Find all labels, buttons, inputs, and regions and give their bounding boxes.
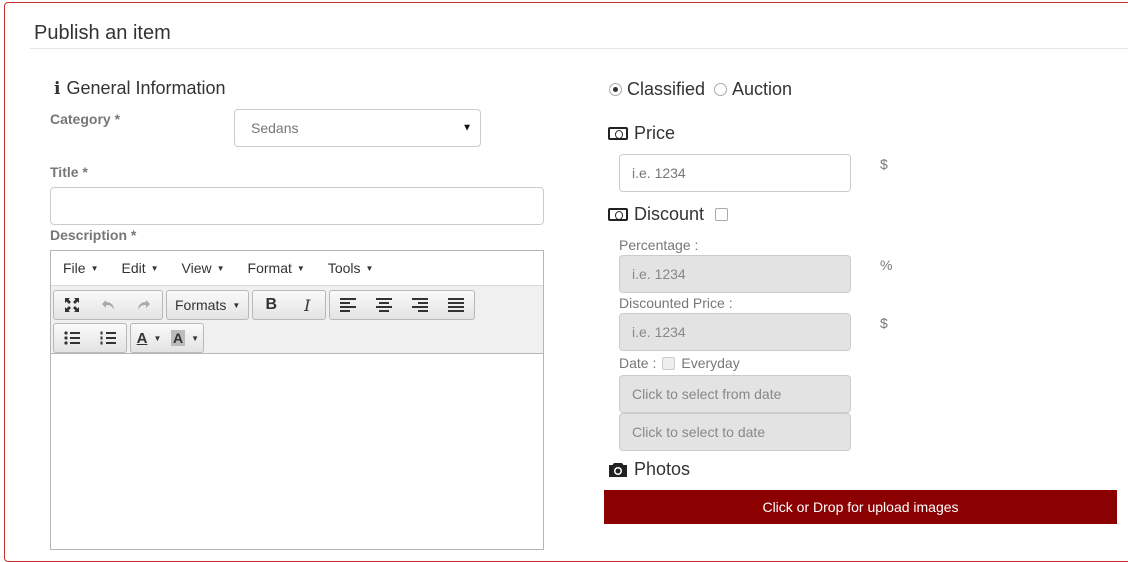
- menu-file-label: File: [63, 260, 86, 276]
- align-left-icon: [340, 298, 357, 312]
- category-label: Category *: [50, 111, 121, 127]
- description-label: Description *: [50, 227, 137, 243]
- everyday-label: Everyday: [681, 355, 740, 371]
- everyday-checkbox[interactable]: [662, 356, 676, 370]
- from-date-input[interactable]: Click to select from date: [619, 375, 851, 413]
- category-select[interactable]: Sedans ▼: [234, 109, 481, 147]
- to-date-placeholder: Click to select to date: [632, 424, 766, 440]
- bold-button[interactable]: B: [253, 291, 289, 319]
- category-value: Sedans: [251, 120, 299, 136]
- from-date-placeholder: Click to select from date: [632, 386, 782, 402]
- align-right-button[interactable]: [402, 291, 438, 319]
- undo-icon: [102, 300, 114, 310]
- price-label: Price: [634, 123, 676, 143]
- price-input[interactable]: i.e. 1234: [619, 154, 851, 192]
- menu-tools-label: Tools: [327, 260, 361, 276]
- title-divider: [30, 48, 1128, 49]
- to-date-input[interactable]: Click to select to date: [619, 413, 851, 451]
- menu-format[interactable]: Format ▼: [248, 260, 305, 276]
- editor-content-area[interactable]: [51, 354, 543, 554]
- justify-button[interactable]: [438, 291, 474, 319]
- discount-label: Discount: [634, 204, 705, 224]
- title-label: Title *: [50, 164, 88, 180]
- percentage-unit: %: [880, 257, 893, 273]
- classified-radio[interactable]: [609, 83, 622, 96]
- auction-label: Auction: [732, 79, 793, 99]
- align-center-button[interactable]: [366, 291, 402, 319]
- bullet-list-icon: [64, 331, 80, 345]
- listing-type-group: Classified Auction: [609, 79, 792, 100]
- fullscreen-button[interactable]: [54, 291, 90, 319]
- photos-heading: Photos: [608, 459, 690, 480]
- discounted-price-label: Discounted Price :: [619, 295, 733, 311]
- background-color-button[interactable]: A ▼: [167, 324, 203, 352]
- camera-icon: [609, 462, 627, 477]
- caret-down-icon: ▼: [216, 263, 225, 273]
- editor-toolbar: Formats ▼ B I A ▼ A ▼: [51, 286, 543, 354]
- background-color-icon: A: [171, 330, 186, 346]
- caret-down-icon: ▼: [232, 300, 241, 310]
- justify-icon: [448, 298, 465, 312]
- info-icon: i: [54, 78, 61, 99]
- align-right-icon: [412, 298, 429, 312]
- undo-button[interactable]: [90, 291, 126, 319]
- general-info-heading: i General Information: [54, 78, 226, 99]
- text-color-button[interactable]: A ▼: [131, 324, 167, 352]
- editor-menubar: File ▼ Edit ▼ View ▼ Format ▼ Tools ▼: [51, 251, 543, 286]
- caret-down-icon: ▼: [90, 263, 99, 273]
- percentage-input[interactable]: i.e. 1234: [619, 255, 851, 293]
- italic-icon: I: [304, 295, 311, 315]
- align-left-button[interactable]: [330, 291, 366, 319]
- menu-view[interactable]: View ▼: [182, 260, 225, 276]
- formats-label: Formats: [175, 297, 227, 313]
- money-icon: [608, 127, 628, 140]
- caret-down-icon: ▼: [365, 263, 374, 273]
- classified-label: Classified: [627, 79, 706, 99]
- discounted-price-unit: $: [880, 315, 888, 331]
- menu-view-label: View: [181, 260, 212, 276]
- text-color-icon: A: [136, 329, 148, 347]
- discounted-price-input[interactable]: i.e. 1234: [619, 313, 851, 351]
- photos-label: Photos: [634, 459, 691, 479]
- page-title: Publish an item: [34, 22, 171, 44]
- price-heading: Price: [608, 123, 675, 144]
- upload-images-dropzone[interactable]: Click or Drop for upload images: [604, 490, 1117, 524]
- numbered-list-icon: [100, 331, 116, 345]
- date-row: Date : Everyday: [619, 355, 740, 371]
- description-editor: File ▼ Edit ▼ View ▼ Format ▼ Tools ▼ Formats: [50, 250, 544, 550]
- caret-down-icon: ▼: [296, 263, 305, 273]
- formats-dropdown[interactable]: Formats ▼: [167, 291, 248, 319]
- menu-file[interactable]: File ▼: [63, 260, 98, 276]
- price-unit: $: [880, 156, 888, 172]
- redo-button[interactable]: [126, 291, 162, 319]
- menu-edit-label: Edit: [121, 260, 146, 276]
- general-info-label: General Information: [66, 78, 226, 98]
- caret-down-icon: ▼: [191, 333, 200, 343]
- bullet-list-button[interactable]: [54, 324, 90, 352]
- percentage-label: Percentage :: [619, 237, 699, 253]
- numbered-list-button[interactable]: [90, 324, 126, 352]
- discount-heading: Discount: [608, 204, 729, 225]
- auction-radio[interactable]: [714, 83, 728, 96]
- percentage-placeholder: i.e. 1234: [632, 266, 686, 282]
- money-icon: [608, 208, 628, 221]
- italic-button[interactable]: I: [289, 291, 325, 319]
- menu-tools[interactable]: Tools ▼: [328, 260, 374, 276]
- title-input[interactable]: [50, 187, 544, 225]
- menu-format-label: Format: [247, 260, 292, 276]
- caret-down-icon: ▼: [153, 333, 162, 343]
- price-placeholder: i.e. 1234: [632, 165, 686, 181]
- date-label: Date :: [619, 355, 657, 371]
- align-center-icon: [376, 298, 393, 312]
- menu-edit[interactable]: Edit ▼: [121, 260, 158, 276]
- chevron-down-icon: ▼: [462, 122, 472, 134]
- upload-label: Click or Drop for upload images: [762, 499, 959, 515]
- caret-down-icon: ▼: [150, 263, 159, 273]
- discount-checkbox[interactable]: [715, 208, 729, 221]
- fullscreen-icon: [65, 298, 79, 312]
- discounted-price-placeholder: i.e. 1234: [632, 324, 686, 340]
- redo-icon: [138, 300, 150, 310]
- bold-icon: B: [265, 296, 278, 313]
